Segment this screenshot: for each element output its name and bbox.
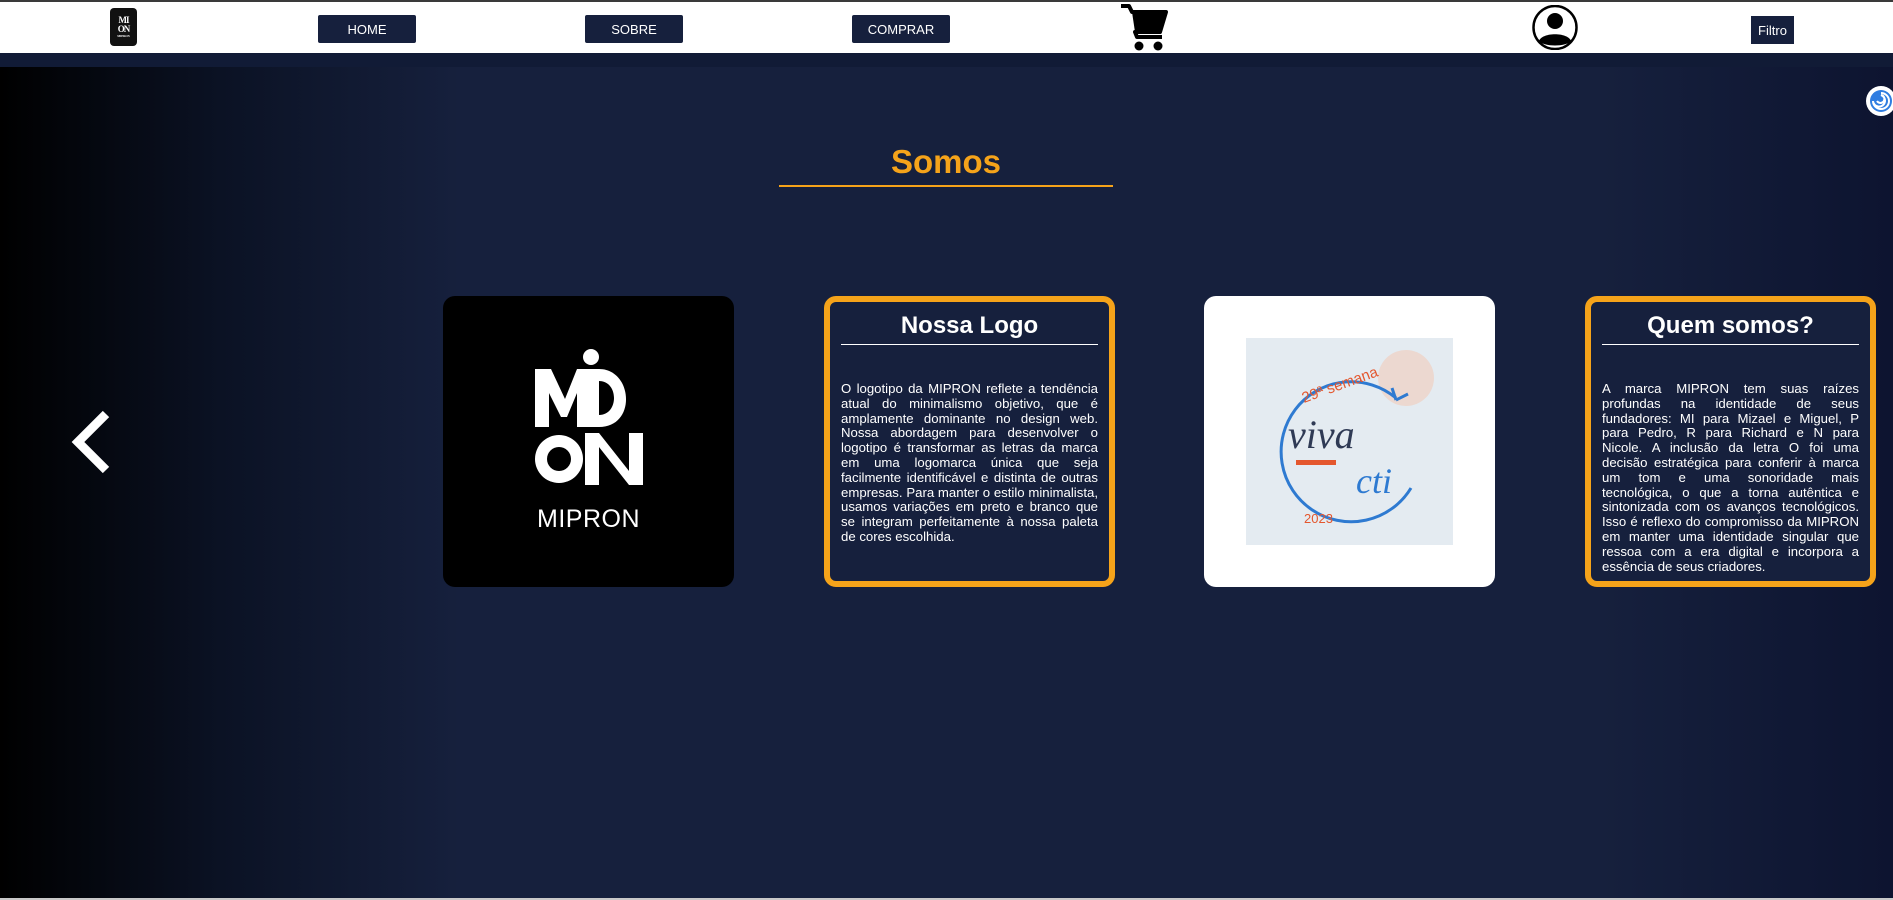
brand-logo-mid: ON [117, 23, 130, 34]
mipron-logo: MIPRON [529, 349, 649, 534]
brand-logo-small-text: MIPRON [117, 33, 130, 38]
card-body: O logotipo da MIPRON reflete a tendência… [841, 381, 1098, 544]
viva-cti-image: 29ª semana viva cti 2023 [1246, 338, 1453, 545]
home-button[interactable]: HOME [318, 15, 416, 43]
mipron-monogram [534, 349, 643, 485]
card-title: Quem somos? [1602, 310, 1859, 345]
section-title: Somos [890, 143, 1002, 180]
filter-button[interactable]: Filtro [1751, 16, 1794, 44]
chevron-left-icon[interactable] [70, 410, 114, 474]
title-underline [779, 185, 1113, 187]
sobre-button[interactable]: SOBRE [585, 15, 683, 43]
top-navigation-bar: MI ON MIPRON HOME SOBRE COMPRAR Filtro [0, 0, 1893, 53]
user-avatar-icon[interactable] [1530, 5, 1580, 50]
nossa-logo-card: Nossa Logo O logotipo da MIPRON reflete … [824, 296, 1115, 587]
brand-wordmark: MIPRON [537, 505, 640, 533]
event-image-card: 29ª semana viva cti 2023 [1204, 296, 1495, 587]
viva-cti-artwork: 29ª semana viva cti 2023 [1246, 338, 1453, 545]
quem-somos-card: Quem somos? A marca MIPRON tem suas raíz… [1585, 296, 1876, 587]
card-body: A marca MIPRON tem suas raízes profundas… [1602, 381, 1859, 574]
logo-card: MIPRON [443, 296, 734, 587]
shopping-cart-icon[interactable] [1119, 2, 1169, 52]
event-year-text: 2023 [1304, 511, 1333, 526]
brand-logo[interactable]: MI ON MIPRON [110, 8, 137, 46]
nav-shadow-strip [0, 53, 1893, 67]
comprar-button[interactable]: COMPRAR [852, 15, 950, 43]
card-title: Nossa Logo [841, 310, 1098, 345]
event-name-text: viva [1288, 412, 1355, 457]
assistant-swirl-icon[interactable] [1866, 86, 1893, 116]
event-cti-text: cti [1356, 461, 1392, 501]
